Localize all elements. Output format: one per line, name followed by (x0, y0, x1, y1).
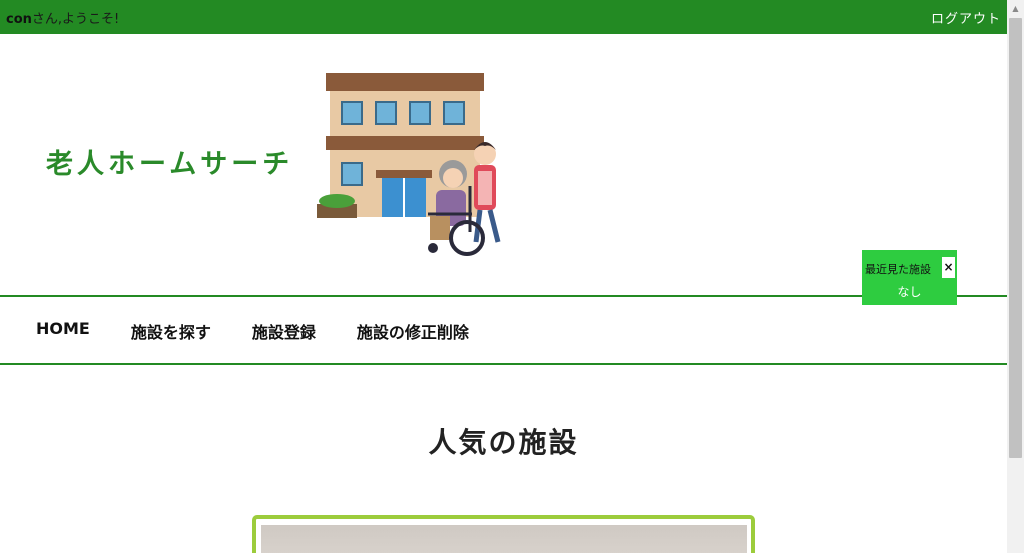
recently-viewed-title: 最近見た施設 (865, 263, 931, 276)
recently-viewed-panel: 最近見た施設 × なし (862, 250, 957, 305)
main-nav: HOME 施設を探す 施設登録 施設の修正削除 (36, 319, 510, 343)
logout-link[interactable]: ログアウト (931, 8, 1001, 27)
nursing-home-illustration (317, 73, 501, 256)
nav-top-border (0, 295, 1007, 297)
popular-facilities-heading: 人気の施設 (428, 426, 579, 459)
scroll-up-arrow-icon[interactable]: ▲ (1007, 0, 1024, 17)
welcome-message: conさん,ようこそ! (6, 8, 119, 27)
username: con (6, 12, 32, 27)
top-bar: conさん,ようこそ! ログアウト (0, 0, 1007, 34)
recently-viewed-content: なし (897, 285, 922, 299)
scroll-thumb[interactable] (1009, 18, 1022, 458)
facility-card[interactable] (252, 515, 755, 553)
nav-search-facility[interactable]: 施設を探す (131, 319, 211, 343)
facility-image[interactable] (261, 525, 747, 553)
nav-edit-delete-facility[interactable]: 施設の修正削除 (357, 319, 469, 343)
nav-bottom-border (0, 363, 1007, 365)
recently-viewed-header: 最近見た施設 × (862, 250, 957, 278)
welcome-text: さん,ようこそ! (31, 12, 120, 27)
close-icon[interactable]: × (942, 257, 955, 278)
site-title[interactable]: 老人ホームサーチ (46, 142, 293, 181)
vertical-scrollbar[interactable]: ▲ (1007, 0, 1024, 553)
nav-register-facility[interactable]: 施設登録 (252, 319, 316, 343)
nav-home[interactable]: HOME (36, 319, 90, 343)
